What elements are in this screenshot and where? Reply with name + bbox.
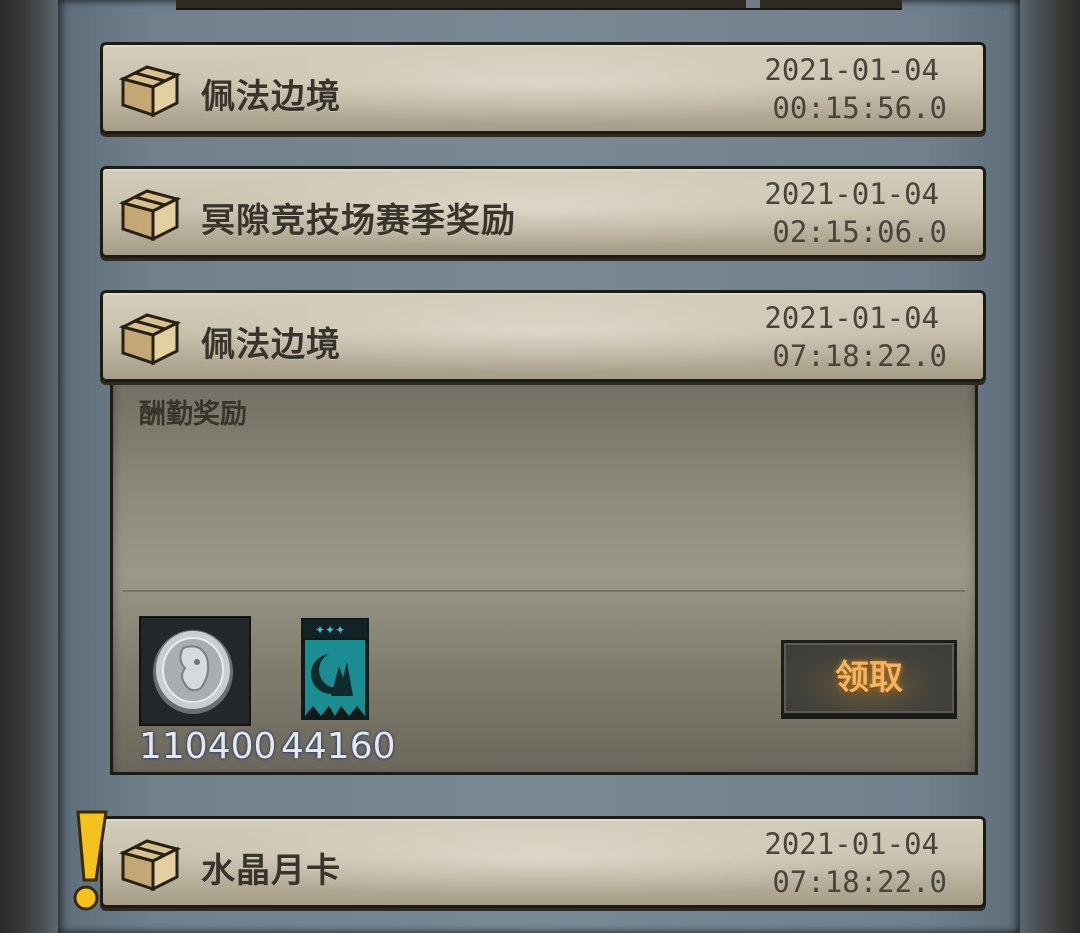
mail-date: 2021-01-04	[764, 177, 939, 211]
silver-coin-icon	[141, 618, 249, 724]
reward-slot-banner[interactable]: ✦✦✦	[301, 618, 369, 720]
reward-count: 44160	[281, 726, 396, 767]
mail-item[interactable]: 水晶月卡 2021-01-04 07:18:22.0	[100, 816, 986, 908]
moon-banner-icon: ✦✦✦	[301, 618, 369, 720]
mail-title: 水晶月卡	[201, 851, 341, 891]
mail-time: 07:18:22.0	[772, 865, 947, 899]
mail-title: 冥隙竞技场赛季奖励	[201, 201, 516, 241]
chest-icon	[118, 189, 182, 242]
mail-date: 2021-01-04	[764, 827, 939, 861]
mail-item[interactable]: 佩法边境 2021-01-04 07:18:22.0	[100, 290, 986, 382]
reward-count: 110400	[139, 726, 277, 767]
detail-divider	[123, 590, 965, 592]
chest-icon	[118, 313, 182, 366]
left-frame	[0, 0, 60, 933]
mail-detail-panel: 酬勤奖励 ✦✦✦ 110400 44160 领取	[110, 372, 978, 775]
svg-text:✦✦✦: ✦✦✦	[315, 623, 345, 637]
mail-title: 佩法边境	[201, 77, 341, 117]
previous-mail-edge	[176, 0, 902, 10]
chest-icon	[118, 839, 182, 892]
exclamation-alert-icon	[73, 810, 108, 911]
mail-time: 00:15:56.0	[772, 91, 947, 125]
mail-time: 07:18:22.0	[772, 339, 947, 373]
mail-item[interactable]: 冥隙竞技场赛季奖励 2021-01-04 02:15:06.0	[100, 166, 986, 258]
chest-icon	[118, 65, 182, 118]
mail-description: 酬勤奖励	[139, 399, 247, 430]
mail-time: 02:15:06.0	[772, 215, 947, 249]
mail-date: 2021-01-04	[764, 53, 939, 87]
right-frame	[1018, 0, 1080, 933]
claim-button[interactable]: 领取	[781, 640, 957, 716]
mail-title: 佩法边境	[201, 325, 341, 365]
mail-item[interactable]: 佩法边境 2021-01-04 00:15:56.0	[100, 42, 986, 134]
mail-date: 2021-01-04	[764, 301, 939, 335]
reward-slot-silver[interactable]	[139, 616, 251, 726]
